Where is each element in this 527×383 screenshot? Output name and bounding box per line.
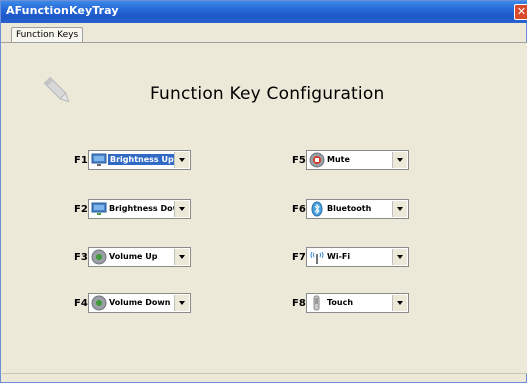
f8-key-label: F8	[292, 298, 306, 309]
chevron-down-icon[interactable]	[174, 152, 189, 168]
chevron-down-icon[interactable]	[174, 295, 189, 311]
bluetooth-icon	[311, 201, 323, 217]
chevron-down-icon[interactable]	[392, 201, 407, 217]
f2-key-label: F2	[74, 204, 88, 215]
chevron-down-icon[interactable]	[392, 295, 407, 311]
window-title: AFunctionKeyTray	[6, 4, 119, 17]
f4-key-label: F4	[74, 298, 88, 309]
f8-function-select[interactable]: Touch	[306, 293, 409, 313]
f5-function-select[interactable]: Mute	[306, 150, 409, 170]
f3-function-select[interactable]: Volume Up	[88, 247, 191, 267]
monitor-icon	[91, 153, 107, 166]
f1-function-select[interactable]: Brightness Up	[88, 150, 191, 170]
close-icon: ✕	[516, 5, 527, 18]
f2-function-select[interactable]: Brightness Down	[88, 199, 191, 219]
f1-selected-value: Brightness Up	[108, 154, 176, 165]
chevron-down-icon[interactable]	[392, 249, 407, 265]
chevron-down-icon[interactable]	[174, 201, 189, 217]
monitor-icon	[91, 202, 107, 215]
tab-strip: Function Keys	[1, 23, 527, 44]
chevron-down-icon[interactable]	[392, 152, 407, 168]
pencil-icon	[43, 76, 70, 103]
f4-selected-value: Volume Down	[109, 298, 171, 307]
page-title: Function Key Configuration	[150, 84, 385, 104]
f6-key-label: F6	[292, 204, 306, 215]
close-button[interactable]: ✕	[514, 4, 527, 20]
f5-key-label: F5	[292, 155, 306, 166]
f5-selected-value: Mute	[327, 155, 350, 164]
touch-icon	[313, 295, 320, 311]
speaker-icon	[91, 249, 107, 265]
f8-selected-value: Touch	[327, 298, 354, 307]
f6-selected-value: Bluetooth	[327, 204, 372, 213]
wifi-icon	[310, 251, 324, 264]
f7-selected-value: Wi-Fi	[327, 252, 351, 261]
f7-function-select[interactable]: Wi-Fi	[306, 247, 409, 267]
f3-selected-value: Volume Up	[109, 252, 158, 261]
speaker-icon	[91, 295, 107, 311]
f3-key-label: F3	[74, 252, 88, 263]
f7-key-label: F7	[292, 252, 306, 263]
app-window: AFunctionKeyTray ✕ Function Keys Functio…	[0, 0, 527, 383]
title-bar[interactable]: AFunctionKeyTray ✕	[1, 1, 527, 23]
mute-icon	[309, 152, 325, 168]
f1-key-label: F1	[74, 155, 88, 166]
f4-function-select[interactable]: Volume Down	[88, 293, 191, 313]
f6-function-select[interactable]: Bluetooth	[306, 199, 409, 219]
chevron-down-icon[interactable]	[174, 249, 189, 265]
